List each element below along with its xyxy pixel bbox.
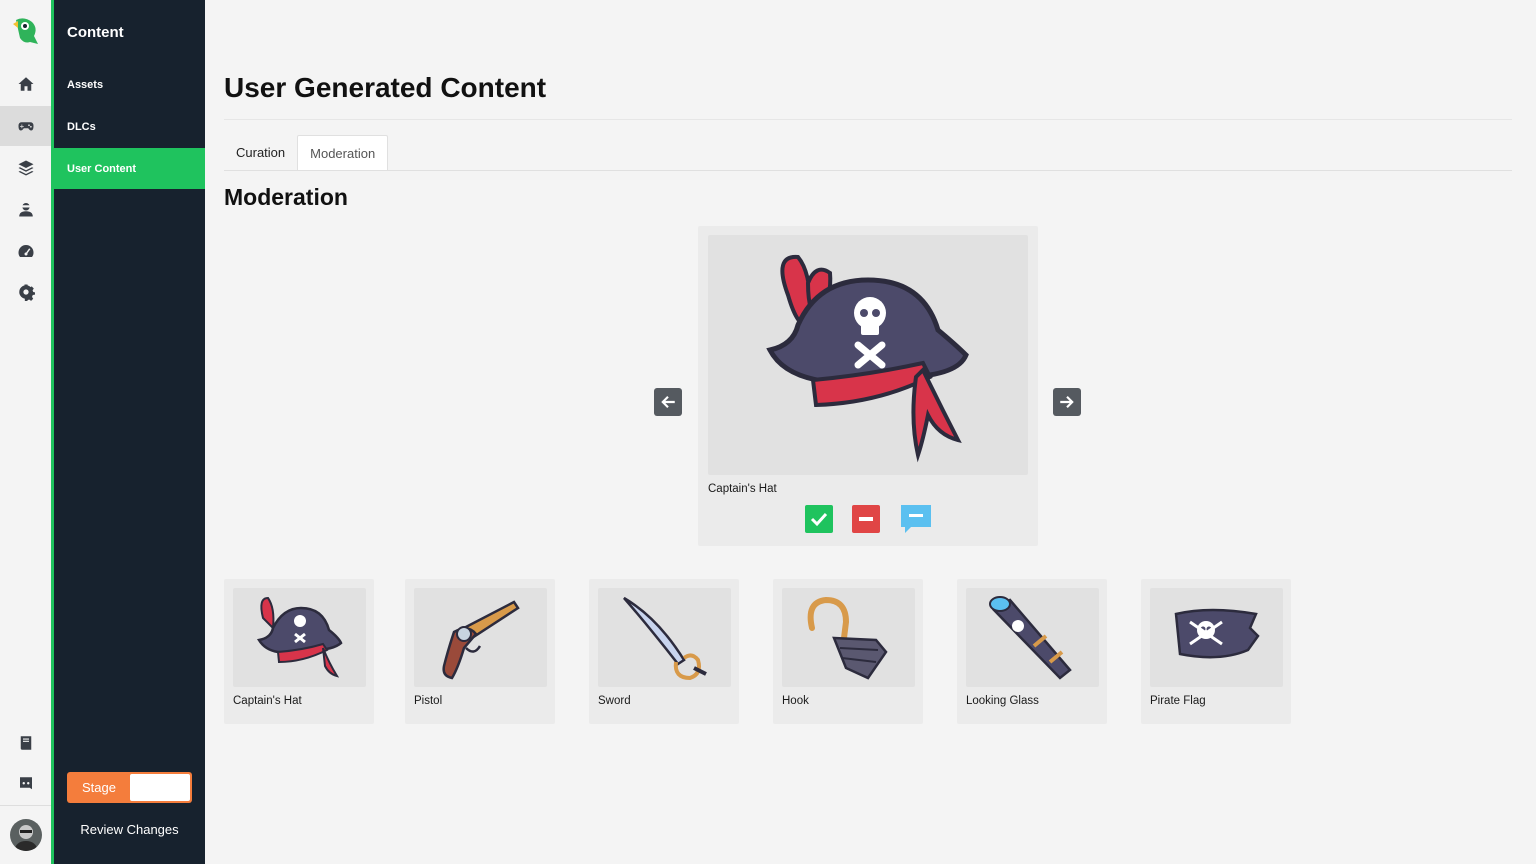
approve-button[interactable] [805, 505, 833, 533]
item-thumbnail [414, 588, 547, 687]
comment-icon [901, 505, 931, 533]
rail-games-button[interactable] [0, 106, 51, 146]
pistol-icon [442, 600, 520, 680]
rail-layers-button[interactable] [0, 148, 51, 188]
avatar-photo-icon [10, 819, 42, 851]
captains-hat-icon [256, 596, 343, 678]
content-sidebar: Content Assets DLCs User Content Stage R… [54, 0, 205, 864]
book-icon [20, 736, 31, 750]
title-divider [224, 119, 1512, 120]
icon-rail [0, 0, 51, 864]
captains-hat-icon [766, 254, 969, 463]
item-label: Pistol [414, 695, 443, 707]
item-label: Sword [598, 695, 631, 707]
item-card-hook[interactable]: Hook [773, 579, 923, 724]
item-label: Captain's Hat [233, 695, 302, 707]
item-thumbnail [1150, 588, 1283, 687]
rail-players-button[interactable] [0, 189, 51, 229]
item-card-sword[interactable]: Sword [589, 579, 739, 724]
rail-discord-button[interactable] [0, 764, 51, 804]
section-title: Moderation [224, 184, 348, 210]
stage-toggle-knob [130, 774, 190, 801]
selected-item-image [708, 235, 1028, 475]
rail-dashboard-button[interactable] [0, 231, 51, 271]
gamepad-icon [18, 122, 33, 131]
item-thumbnail [598, 588, 731, 687]
page-title: User Generated Content [224, 72, 547, 103]
dashboard-icon [18, 245, 33, 257]
main-content: User Generated Content Curation Moderati… [205, 0, 1536, 864]
item-card-captains-hat[interactable]: Captain's Hat [224, 579, 374, 724]
item-label: Pirate Flag [1150, 695, 1206, 707]
tab-moderation[interactable]: Moderation [297, 135, 389, 170]
item-thumbnail [966, 588, 1099, 687]
sidebar-item-user-content[interactable]: User Content [54, 148, 205, 189]
discord-icon [19, 777, 32, 790]
arrow-left-icon [661, 396, 675, 408]
reject-button[interactable] [852, 505, 880, 533]
pirate-flag-icon [1174, 608, 1260, 659]
previous-item-button[interactable] [654, 388, 682, 416]
review-changes-button[interactable]: Review Changes [54, 822, 205, 837]
item-card-pistol[interactable]: Pistol [405, 579, 555, 724]
home-icon [18, 77, 33, 91]
sidebar-item-assets[interactable]: Assets [54, 64, 205, 105]
agent-icon [18, 203, 33, 217]
rail-home-button[interactable] [0, 64, 51, 104]
arrow-right-icon [1060, 396, 1074, 408]
rail-divider [0, 805, 51, 806]
selected-item-name: Captain's Hat [708, 483, 777, 495]
parrot-logo-icon[interactable] [8, 14, 44, 50]
comment-button[interactable] [899, 503, 933, 535]
hook-icon [807, 596, 888, 680]
reject-icon [859, 517, 873, 521]
sidebar-title: Content [67, 24, 124, 41]
gear-icon [18, 284, 35, 301]
moderation-card: Captain's Hat [698, 226, 1038, 546]
sword-icon [623, 596, 707, 681]
stage-toggle[interactable]: Stage [67, 772, 192, 803]
item-card-pirate-flag[interactable]: Pirate Flag [1141, 579, 1291, 724]
user-avatar[interactable] [10, 819, 42, 851]
item-thumbnail [233, 588, 366, 687]
rail-settings-button[interactable] [0, 272, 51, 312]
tabs-divider [224, 170, 1512, 171]
rail-docs-button[interactable] [0, 723, 51, 763]
layers-icon [18, 160, 33, 176]
item-card-looking-glass[interactable]: Looking Glass [957, 579, 1107, 724]
next-item-button[interactable] [1053, 388, 1081, 416]
item-label: Looking Glass [966, 695, 1039, 707]
item-thumbnail [782, 588, 915, 687]
stage-label: Stage [82, 780, 116, 795]
sidebar-item-dlcs[interactable]: DLCs [54, 106, 205, 147]
item-label: Hook [782, 695, 809, 707]
tab-curation[interactable]: Curation [224, 135, 297, 170]
looking-glass-icon [989, 596, 1072, 680]
approve-icon [810, 512, 828, 527]
tab-bar: Curation Moderation [224, 135, 389, 170]
